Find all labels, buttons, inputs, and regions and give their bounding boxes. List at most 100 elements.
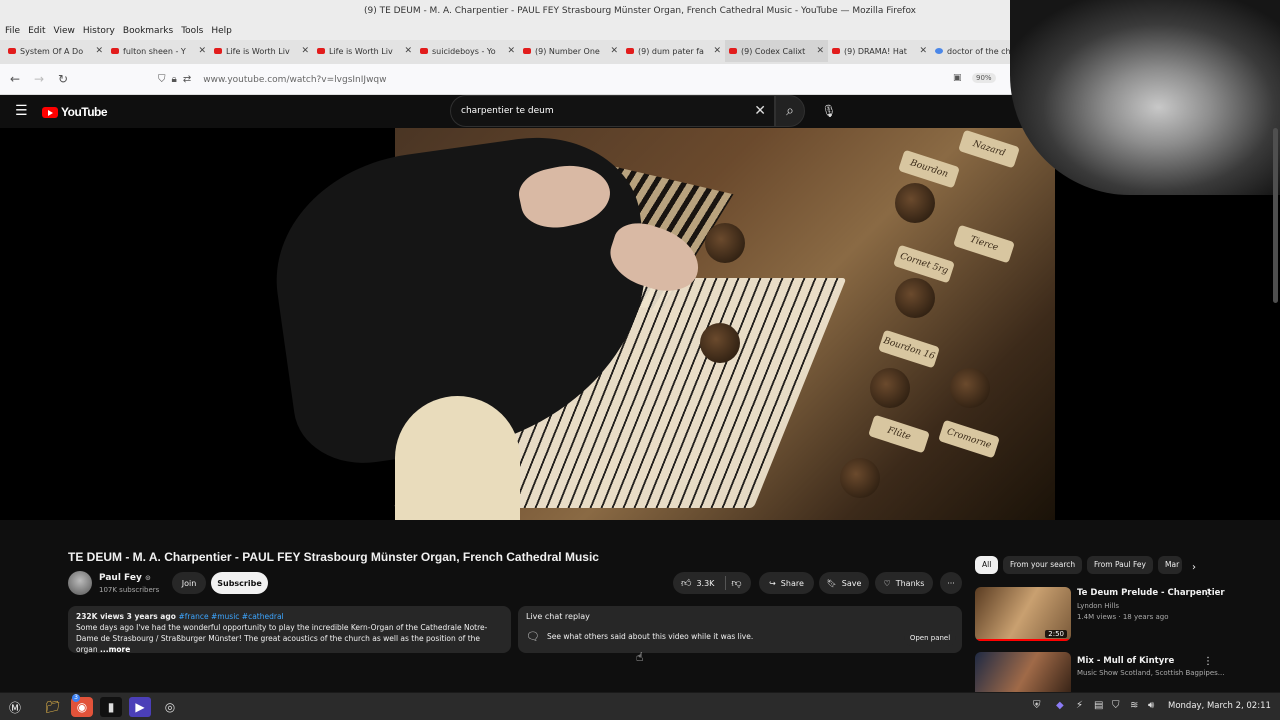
chip-all[interactable]: All bbox=[975, 556, 999, 574]
thanks-button[interactable]: ♡ Thanks bbox=[875, 572, 933, 594]
youtube-icon bbox=[729, 48, 737, 54]
permissions-icon[interactable]: ⇄ bbox=[183, 74, 191, 85]
chevron-right-icon[interactable]: › bbox=[1192, 562, 1196, 573]
join-button[interactable]: Join bbox=[172, 572, 206, 594]
hamburger-menu-icon[interactable]: ☰ bbox=[15, 103, 28, 119]
thumbs-down-icon[interactable]: 👎︎ bbox=[731, 577, 741, 589]
notification-badge: 3 bbox=[72, 694, 80, 702]
menu-file[interactable]: File bbox=[4, 24, 27, 40]
menu-edit[interactable]: Edit bbox=[27, 24, 52, 40]
youtube-play-icon bbox=[42, 106, 58, 118]
thumbs-up-icon[interactable]: 👍︎ bbox=[681, 577, 691, 589]
close-tab-icon[interactable]: ✕ bbox=[301, 46, 309, 56]
share-button[interactable]: ↪ Share bbox=[759, 572, 814, 594]
menu-bookmarks[interactable]: Bookmarks bbox=[122, 24, 180, 40]
recommendation-item[interactable]: 2:50 Te Deum Prelude - Charpentier Lyndo… bbox=[975, 587, 1275, 645]
more-actions-button[interactable]: ··· bbox=[940, 572, 962, 594]
tab-label: doctor of the ch bbox=[947, 46, 1011, 56]
clipboard-tray-icon[interactable]: ▤ bbox=[1094, 700, 1103, 711]
url-bar[interactable]: ⛉ 🔒︎ ⇄ www.youtube.com/watch?v=lvgsInIJw… bbox=[152, 69, 1012, 90]
menu-history[interactable]: History bbox=[82, 24, 122, 40]
recommendation-thumbnail[interactable] bbox=[975, 652, 1071, 692]
view-count-date: 232K views 3 years ago bbox=[76, 612, 176, 621]
open-panel-button[interactable]: Open panel bbox=[904, 630, 956, 646]
taskbar: Ⓜ 📁︎ ◉ 3 ▮ ▶ ◎ ⛨ ◆ ⚡︎ ▤ ⛉ ≋ 🔊︎ Monday, M… bbox=[0, 692, 1280, 720]
hashtags[interactable]: #france #music #cathedral bbox=[178, 612, 283, 621]
youtube-icon bbox=[111, 48, 119, 54]
recommendation-channel[interactable]: Lyndon Hills bbox=[1077, 602, 1257, 610]
folder-icon[interactable]: 📁︎ bbox=[42, 697, 64, 717]
lock-icon[interactable]: 🔒︎ bbox=[172, 74, 177, 85]
reader-view-icon[interactable]: ▣ bbox=[953, 73, 962, 83]
live-chat-description: See what others said about this video wh… bbox=[547, 632, 754, 641]
like-count[interactable]: 3.3K bbox=[696, 579, 714, 588]
subscribe-button[interactable]: Subscribe bbox=[211, 572, 268, 594]
close-tab-icon[interactable]: ✕ bbox=[198, 46, 206, 56]
url-text[interactable]: www.youtube.com/watch?v=lvgsInIJwqw bbox=[203, 75, 386, 85]
share-label: Share bbox=[780, 578, 804, 588]
zoom-indicator[interactable]: 90% bbox=[972, 73, 996, 83]
microphone-icon[interactable]: 🎙︎ bbox=[819, 101, 839, 121]
forward-arrow-icon[interactable]: → bbox=[34, 72, 44, 86]
kebab-menu-icon[interactable]: ⋮ bbox=[1203, 656, 1213, 667]
discord-tray-icon[interactable]: ◆ bbox=[1056, 700, 1064, 711]
channel-name-text[interactable]: Paul Fey bbox=[99, 573, 142, 583]
media-player-icon[interactable]: ▶ bbox=[129, 697, 151, 717]
volume-icon[interactable]: 🔊︎ bbox=[1148, 700, 1154, 711]
tab-label: (9) Codex Calixt bbox=[741, 46, 806, 56]
terminal-icon[interactable]: ▮ bbox=[100, 697, 122, 717]
chip-from-channel[interactable]: From Paul Fey bbox=[1087, 556, 1153, 574]
webcam-overlay bbox=[1010, 0, 1280, 195]
shield-tray-icon[interactable]: ⛉ bbox=[1112, 700, 1120, 711]
recommendation-title[interactable]: Te Deum Prelude - Charpentier bbox=[1077, 588, 1237, 598]
channel-avatar[interactable] bbox=[68, 571, 92, 595]
menu-help[interactable]: Help bbox=[210, 24, 239, 40]
share-icon: ↪ bbox=[769, 578, 776, 588]
menu-tools[interactable]: Tools bbox=[180, 24, 210, 40]
recommendation-channel[interactable]: Music Show Scotland, Scottish Bagpipes..… bbox=[1077, 669, 1257, 677]
youtube-logo[interactable]: YouTube bbox=[42, 105, 108, 119]
kebab-menu-icon[interactable]: ⋮ bbox=[1203, 588, 1213, 599]
wifi-icon[interactable]: ≋ bbox=[1130, 700, 1138, 711]
close-tab-icon[interactable]: ✕ bbox=[919, 46, 927, 56]
browser-tab[interactable]: suicideboys - Yo ✕ bbox=[416, 40, 519, 62]
start-menu-icon[interactable]: Ⓜ bbox=[4, 697, 26, 717]
usb-tray-icon[interactable]: ⚡︎ bbox=[1076, 700, 1083, 711]
close-tab-icon[interactable]: ✕ bbox=[610, 46, 618, 56]
back-arrow-icon[interactable]: ← bbox=[10, 72, 20, 86]
browser-tab[interactable]: (9) Codex Calixt ✕ bbox=[725, 40, 828, 62]
menu-view[interactable]: View bbox=[53, 24, 82, 40]
recommendation-item[interactable]: Mix - Mull of Kintyre Music Show Scotlan… bbox=[975, 652, 1275, 692]
search-box[interactable]: charpentier te deum ✕ bbox=[450, 95, 775, 127]
browser-tab[interactable]: Life is Worth Liv ✕ bbox=[313, 40, 416, 62]
browser-tab[interactable]: System Of A Do ✕ bbox=[4, 40, 107, 62]
recommendation-thumbnail[interactable]: 2:50 bbox=[975, 587, 1071, 641]
description-box[interactable]: 232K views 3 years ago #france #music #c… bbox=[68, 606, 511, 654]
obs-icon[interactable]: ◎ bbox=[159, 697, 181, 717]
live-chat-replay: Live chat replay 🗨︎ See what others said… bbox=[518, 606, 962, 653]
recommendation-title[interactable]: Mix - Mull of Kintyre bbox=[1077, 656, 1237, 666]
close-tab-icon[interactable]: ✕ bbox=[816, 46, 824, 56]
chip-from-your-search[interactable]: From your search bbox=[1003, 556, 1083, 574]
close-tab-icon[interactable]: ✕ bbox=[404, 46, 412, 56]
close-tab-icon[interactable]: ✕ bbox=[507, 46, 515, 56]
chip-more[interactable]: Mar bbox=[1158, 556, 1182, 574]
clear-search-icon[interactable]: ✕ bbox=[754, 103, 766, 119]
search-icon[interactable]: ⌕ bbox=[775, 95, 805, 127]
save-button[interactable]: 🔖︎ Save bbox=[819, 572, 869, 594]
close-tab-icon[interactable]: ✕ bbox=[713, 46, 721, 56]
shield-icon[interactable]: ⛉ bbox=[158, 74, 166, 85]
channel-name[interactable]: Paul Fey ⊙ bbox=[99, 573, 151, 583]
clock[interactable]: Monday, March 2, 02:11 bbox=[1168, 701, 1271, 711]
reload-icon[interactable]: ↻ bbox=[58, 72, 68, 86]
description-more-link[interactable]: ...more bbox=[100, 645, 130, 654]
browser-tab[interactable]: fulton sheen - Y ✕ bbox=[107, 40, 210, 62]
security-tray-icon[interactable]: ⛨ bbox=[1033, 700, 1041, 711]
browser-tab[interactable]: (9) Number One ✕ bbox=[519, 40, 622, 62]
close-tab-icon[interactable]: ✕ bbox=[95, 46, 103, 56]
browser-tab[interactable]: (9) dum pater fa ✕ bbox=[622, 40, 725, 62]
browser-tab[interactable]: Life is Worth Liv ✕ bbox=[210, 40, 313, 62]
browser-tab[interactable]: (9) DRAMA! Hat ✕ bbox=[828, 40, 931, 62]
page-scrollbar[interactable] bbox=[1273, 128, 1278, 303]
search-input[interactable]: charpentier te deum bbox=[461, 106, 554, 116]
